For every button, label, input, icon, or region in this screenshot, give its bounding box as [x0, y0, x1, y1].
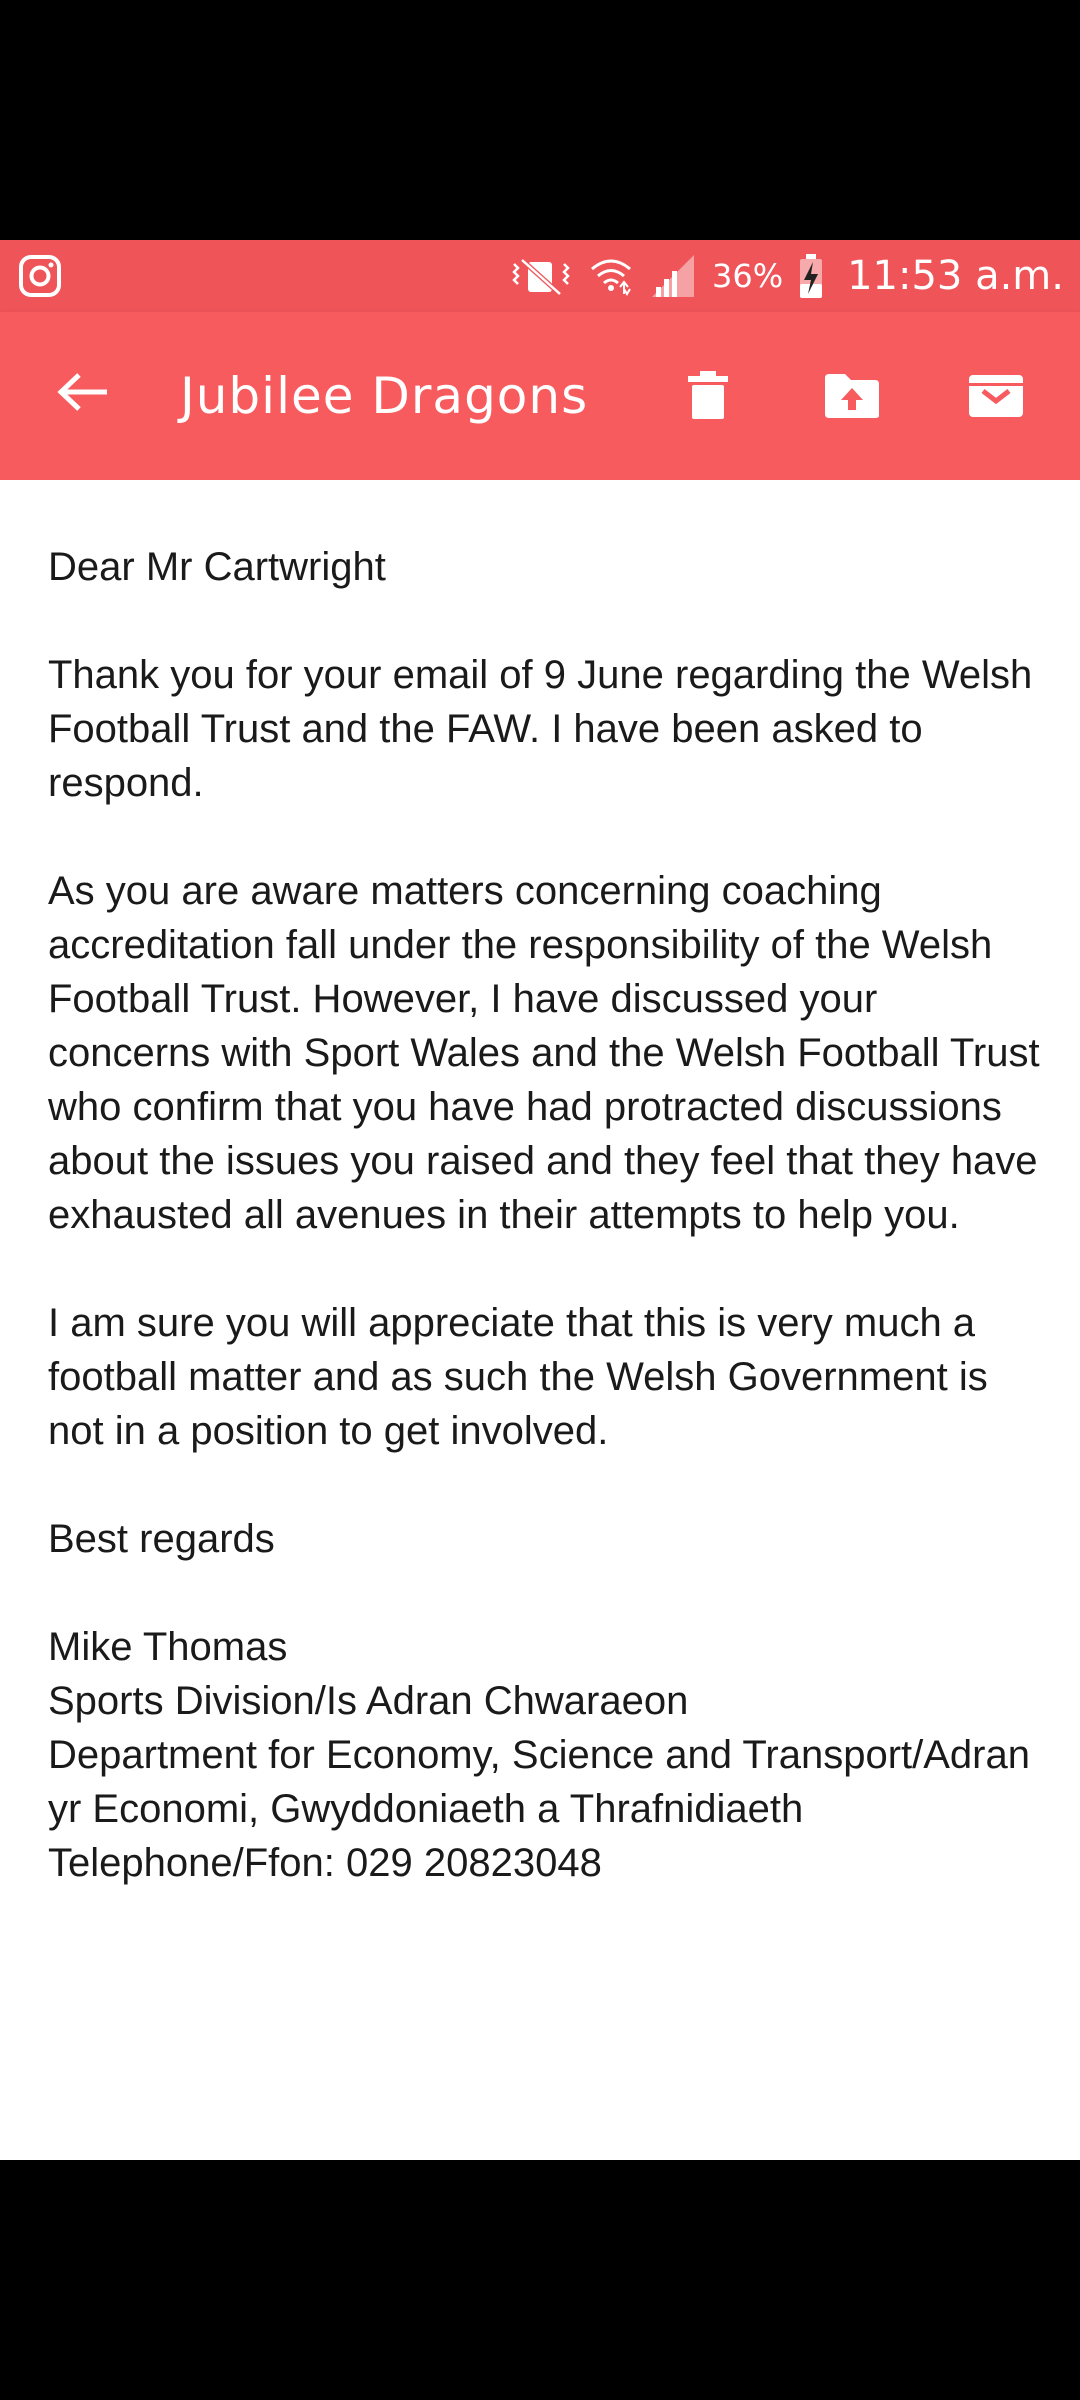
- app-bar: Jubilee Dragons: [0, 312, 1080, 480]
- app-title: Jubilee Dragons: [180, 367, 589, 425]
- archive-button[interactable]: [960, 362, 1032, 434]
- signature-telephone: Telephone/Ffon: 029 20823048: [48, 1841, 602, 1885]
- signature-department: Department for Economy, Science and Tran…: [48, 1733, 1030, 1831]
- email-body: Dear Mr Cartwright Thank you for your em…: [48, 540, 1048, 1890]
- clock: 11:53 a.m.: [847, 253, 1064, 299]
- signal-icon: [648, 253, 698, 299]
- move-to-folder-icon: [823, 372, 881, 424]
- bottom-letterbox: [0, 2160, 1080, 2400]
- battery-percent: 36%: [711, 257, 784, 295]
- move-to-folder-button[interactable]: [816, 362, 888, 434]
- email-greeting: Dear Mr Cartwright: [48, 545, 386, 589]
- signature-name: Mike Thomas: [48, 1625, 288, 1669]
- email-signature: Mike Thomas Sports Division/Is Adran Chw…: [48, 1620, 1048, 1890]
- status-icons: 36% 11:53 a.m.: [508, 240, 1064, 312]
- archive-icon: [967, 373, 1025, 423]
- back-button[interactable]: [48, 358, 120, 430]
- email-closing: Best regards: [48, 1517, 275, 1561]
- email-paragraph: Thank you for your email of 9 June regar…: [48, 653, 1033, 805]
- battery-charging-icon: [797, 252, 825, 300]
- email-content: Dear Mr Cartwright Thank you for your em…: [0, 480, 1080, 2160]
- delete-button[interactable]: [672, 362, 744, 434]
- email-paragraph: As you are aware matters concerning coac…: [48, 869, 1040, 1237]
- back-arrow-icon: [57, 372, 111, 416]
- email-paragraph: I am sure you will appreciate that this …: [48, 1301, 988, 1453]
- delete-icon: [686, 371, 730, 425]
- instagram-icon: [18, 254, 62, 298]
- status-bar: 36% 11:53 a.m.: [0, 240, 1080, 312]
- signature-division: Sports Division/Is Adran Chwaraeon: [48, 1679, 689, 1723]
- wifi-icon: [588, 253, 634, 299]
- vibrate-silent-icon: [508, 254, 574, 298]
- top-letterbox: [0, 0, 1080, 240]
